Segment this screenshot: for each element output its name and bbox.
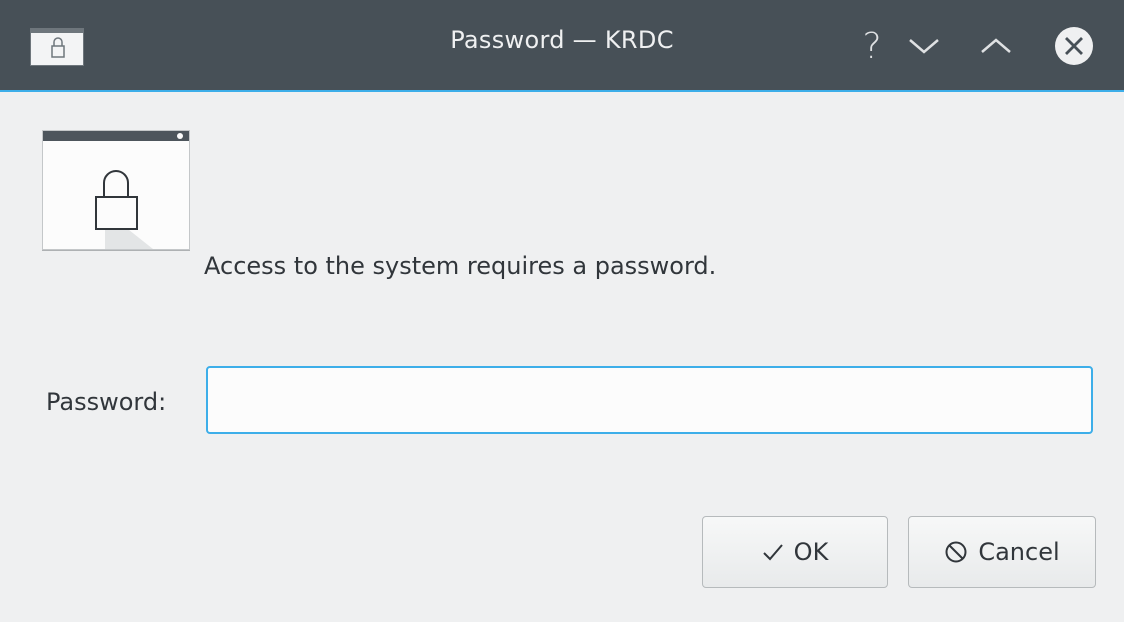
minimize-button[interactable] bbox=[902, 24, 946, 68]
close-icon bbox=[1055, 27, 1093, 65]
cancel-button[interactable]: Cancel bbox=[908, 516, 1096, 588]
cancel-circle-icon bbox=[944, 540, 968, 564]
ok-label: OK bbox=[793, 538, 829, 566]
help-button[interactable]: ? bbox=[850, 24, 894, 68]
dialog-message: Access to the system requires a password… bbox=[204, 252, 717, 280]
cancel-label: Cancel bbox=[978, 538, 1060, 566]
close-button[interactable] bbox=[1052, 24, 1096, 68]
window-titlebar[interactable]: Password — KRDC ? bbox=[0, 0, 1124, 92]
checkmark-icon bbox=[762, 543, 784, 561]
icon-window-dot bbox=[177, 133, 183, 139]
help-icon: ? bbox=[862, 25, 882, 67]
chevron-up-icon bbox=[981, 38, 1011, 53]
maximize-button[interactable] bbox=[974, 24, 1018, 68]
dialog-lock-icon bbox=[42, 130, 190, 250]
ok-button[interactable]: OK bbox=[702, 516, 888, 588]
window-title: Password — KRDC bbox=[450, 26, 674, 54]
icon-window-bar bbox=[43, 131, 189, 141]
password-label: Password: bbox=[46, 388, 167, 416]
password-input[interactable] bbox=[206, 366, 1093, 434]
chevron-down-icon bbox=[909, 39, 939, 54]
